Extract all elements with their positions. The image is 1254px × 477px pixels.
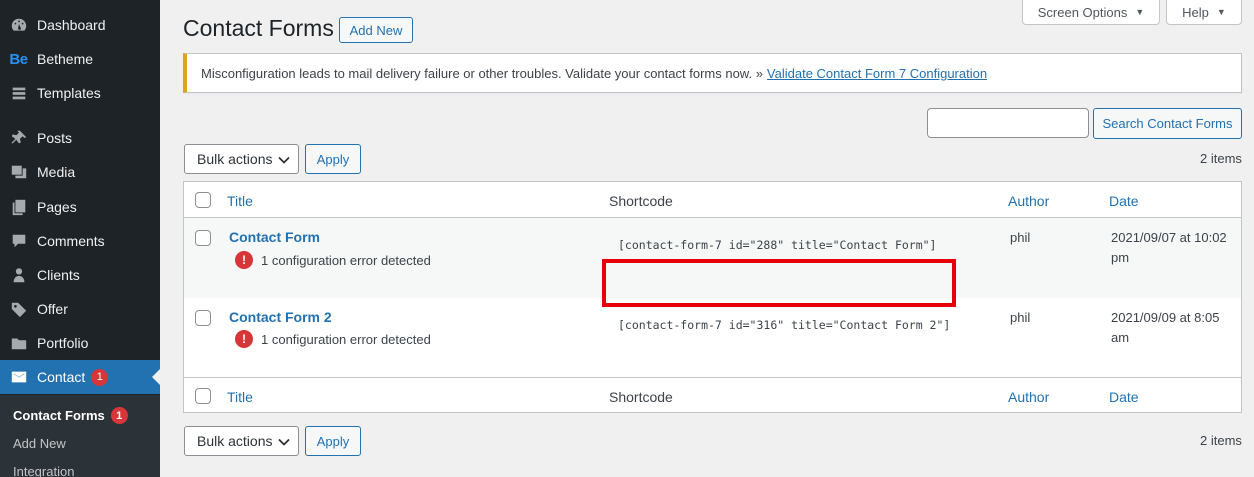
submenu-item-add-new[interactable]: Add New [13, 436, 66, 451]
sidebar-item-comments[interactable]: Comments [0, 224, 160, 258]
error-icon: ! [235, 330, 253, 348]
sidebar-item-label: Portfolio [37, 335, 89, 351]
column-shortcode: Shortcode [609, 193, 673, 209]
items-count: 2 items [1200, 433, 1242, 448]
sidebar-item-media[interactable]: Media [0, 155, 160, 189]
tag-icon [0, 300, 37, 318]
table-header: Title Shortcode Author Date [184, 182, 1241, 218]
sidebar-item-label: Contact [37, 369, 86, 385]
column-shortcode: Shortcode [609, 389, 673, 405]
form-title-link[interactable]: Contact Form [229, 229, 320, 245]
table-row: Contact Form ! 1 configuration error det… [184, 218, 1241, 307]
error-icon: ! [235, 251, 253, 269]
media-icon [0, 163, 37, 181]
templates-icon [0, 84, 37, 102]
dashboard-icon [0, 16, 37, 34]
clients-icon [0, 266, 37, 284]
configuration-notice: Misconfiguration leads to mail delivery … [183, 53, 1242, 93]
form-title-link[interactable]: Contact Form 2 [229, 309, 332, 325]
column-date[interactable]: Date [1109, 389, 1139, 405]
column-title[interactable]: Title [227, 193, 253, 209]
chevron-down-icon [278, 156, 290, 164]
sidebar-item-label: Posts [37, 130, 73, 146]
row-checkbox[interactable] [195, 310, 211, 326]
notification-badge: 1 [91, 368, 109, 386]
submenu-item-contact-forms[interactable]: Contact Forms 1 [13, 407, 128, 424]
pages-icon [0, 198, 37, 216]
author-name: phil [1010, 230, 1031, 245]
row-checkbox[interactable] [195, 230, 211, 246]
contact-forms-table: Title Shortcode Author Date Contact Form… [183, 181, 1242, 413]
bulk-actions-select[interactable]: Bulk actions [184, 144, 299, 174]
error-message: ! 1 configuration error detected [235, 251, 431, 269]
column-author[interactable]: Author [1008, 193, 1049, 209]
comments-icon [0, 232, 37, 250]
sidebar-item-label: Templates [37, 85, 101, 101]
submenu-item-integration[interactable]: Integration [13, 464, 74, 477]
sidebar-item-label: Betheme [37, 51, 94, 67]
admin-sidebar: Dashboard Be Betheme Templates Posts Med… [0, 0, 160, 477]
page-title: Contact Forms [183, 15, 334, 41]
contact-submenu: Contact Forms 1 Add New Integration [0, 395, 160, 477]
sidebar-item-label: Dashboard [37, 17, 106, 33]
sidebar-item-pages[interactable]: Pages [0, 190, 160, 224]
date-text: 2021/09/07 at 10:02 pm [1111, 230, 1227, 265]
screen-options-button[interactable]: Screen Options ▼ [1022, 0, 1160, 25]
caret-down-icon: ▼ [1216, 7, 1226, 17]
sidebar-item-portfolio[interactable]: Portfolio [0, 326, 160, 360]
notice-text: Misconfiguration leads to mail delivery … [201, 65, 763, 81]
author-name: phil [1010, 310, 1031, 325]
sidebar-item-label: Offer [37, 301, 68, 317]
sidebar-item-label: Pages [37, 199, 77, 215]
sidebar-item-templates[interactable]: Templates [0, 76, 160, 110]
apply-button[interactable]: Apply [305, 144, 361, 174]
active-indicator [152, 369, 160, 385]
help-button[interactable]: Help ▼ [1166, 0, 1242, 25]
search-contact-forms-button[interactable]: Search Contact Forms [1093, 108, 1242, 139]
sidebar-item-betheme[interactable]: Be Betheme [0, 42, 160, 76]
bulk-actions-select[interactable]: Bulk actions [184, 426, 299, 456]
search-input[interactable] [927, 108, 1089, 138]
caret-down-icon: ▼ [1135, 7, 1145, 17]
table-row: Contact Form 2 ! 1 configuration error d… [184, 298, 1241, 378]
sidebar-item-label: Clients [37, 267, 80, 283]
betheme-logo-icon: Be [9, 50, 28, 68]
column-title[interactable]: Title [227, 389, 253, 405]
pin-icon [0, 129, 37, 147]
sidebar-item-dashboard[interactable]: Dashboard [0, 8, 160, 42]
column-author[interactable]: Author [1008, 389, 1049, 405]
select-all-checkbox[interactable] [195, 192, 211, 208]
date-text: 2021/09/09 at 8:05 am [1111, 310, 1220, 345]
shortcode-text[interactable]: [contact-form-7 id="288" title="Contact … [618, 238, 937, 252]
add-new-button[interactable]: Add New [339, 17, 413, 43]
sidebar-item-offer[interactable]: Offer [0, 292, 160, 326]
sidebar-item-label: Comments [37, 233, 105, 249]
validate-configuration-link[interactable]: Validate Contact Form 7 Configuration [767, 66, 987, 81]
column-date[interactable]: Date [1109, 193, 1139, 209]
chevron-down-icon [278, 438, 290, 446]
portfolio-icon [0, 334, 37, 352]
table-footer: Title Shortcode Author Date [184, 377, 1241, 413]
sidebar-item-clients[interactable]: Clients [0, 258, 160, 292]
apply-button[interactable]: Apply [305, 426, 361, 456]
sidebar-item-label: Media [37, 164, 76, 180]
sidebar-item-posts[interactable]: Posts [0, 121, 160, 155]
select-all-checkbox[interactable] [195, 388, 211, 404]
items-count: 2 items [1200, 151, 1242, 166]
mail-icon [0, 368, 37, 386]
notification-badge: 1 [110, 407, 128, 424]
error-message: ! 1 configuration error detected [235, 330, 431, 348]
sidebar-item-contact[interactable]: Contact 1 [0, 360, 160, 394]
shortcode-text[interactable]: [contact-form-7 id="316" title="Contact … [618, 318, 950, 332]
